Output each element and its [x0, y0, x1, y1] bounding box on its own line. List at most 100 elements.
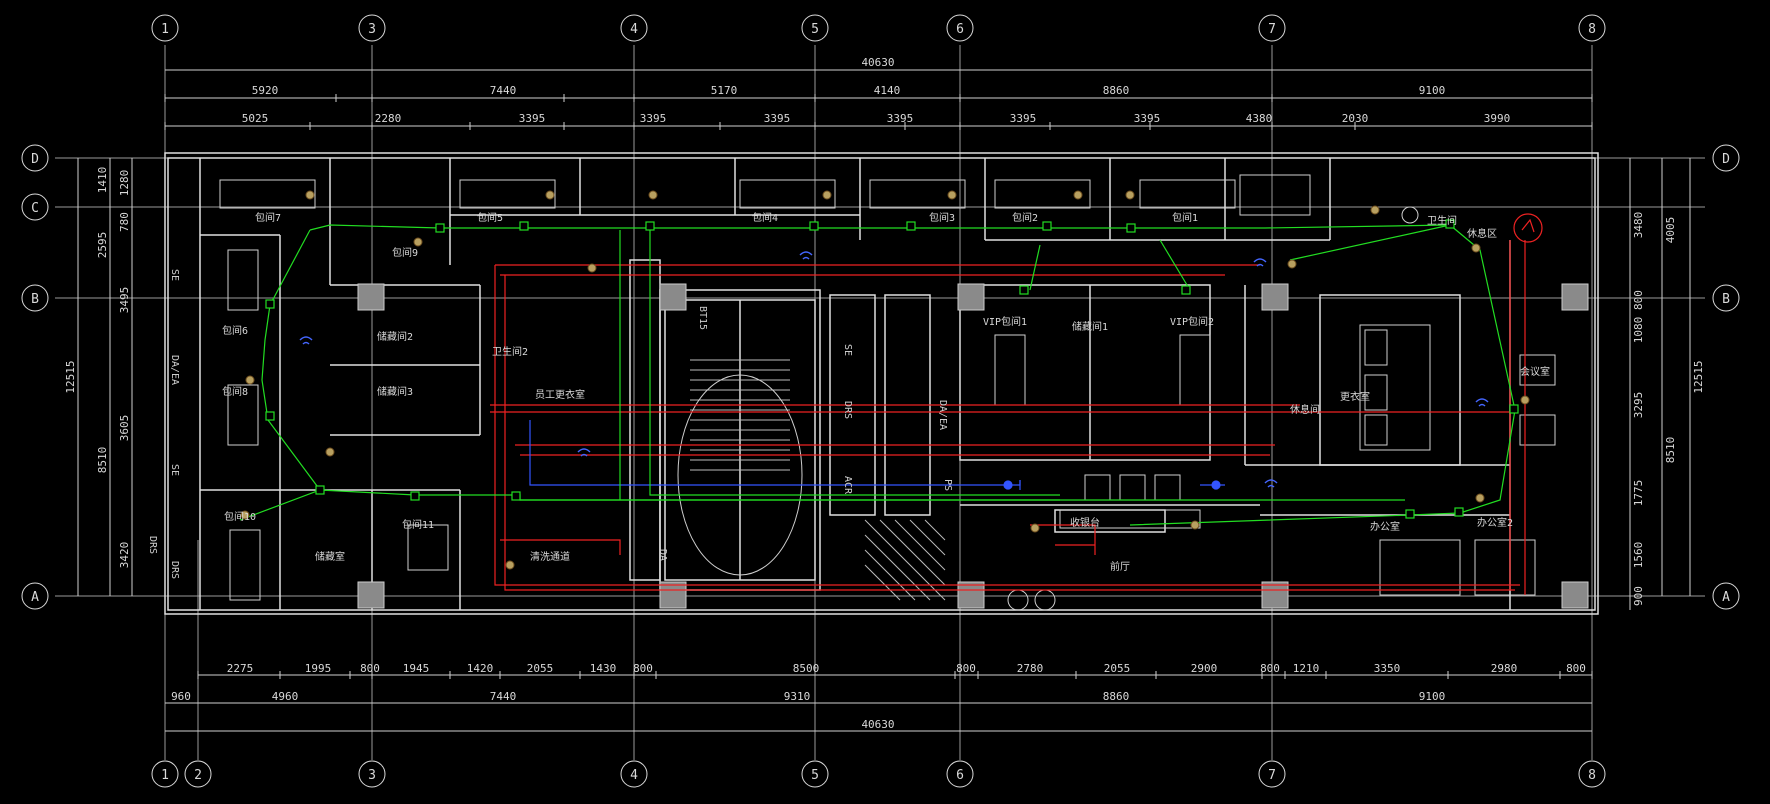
- grid-label-top: 4: [630, 22, 638, 37]
- room-label: 办公室2: [1477, 516, 1513, 529]
- dim-top-2: 3395: [640, 112, 667, 125]
- shaft-label: DA: [657, 549, 668, 561]
- room-label: 办公室: [1370, 520, 1400, 533]
- dim-bottom-1: 1420: [467, 662, 494, 675]
- grid-label-top: 8: [1588, 22, 1596, 37]
- room-label: 包间10: [224, 510, 256, 523]
- dim-bottom-1: 800: [1566, 662, 1586, 675]
- dim-right-inner: 3295: [1632, 392, 1645, 419]
- room-label: 储藏间1: [1072, 320, 1108, 333]
- room-label: 包间7: [255, 211, 281, 224]
- shaft-label: BT15: [697, 306, 708, 330]
- shaft-label: PS: [942, 479, 953, 491]
- dim-right-inner: 800: [1632, 290, 1645, 310]
- room-label: 收银台: [1070, 516, 1100, 529]
- room-label: 休息间: [1290, 403, 1320, 416]
- room-label: 卫生间: [1427, 214, 1457, 227]
- grid-label-bottom: 8: [1588, 768, 1596, 783]
- cad-floor-plan: 1 3 4 5 6 7 8 1 2 3 4 5 6 7 8 D C B A D …: [21, 14, 1740, 788]
- dim-bottom-1: 2900: [1191, 662, 1218, 675]
- grid-label-bottom: 4: [630, 768, 638, 783]
- dim-total-top: 40630: [861, 56, 894, 69]
- grid-label-bottom: 6: [956, 768, 964, 783]
- room-label: 清洗通道: [530, 550, 570, 563]
- dimension-lines: [77, 69, 1691, 732]
- dim-top-2: 2030: [1342, 112, 1369, 125]
- dim-right-outer: 8510: [1664, 437, 1677, 464]
- dim-left-inner: 1280: [118, 170, 131, 197]
- room-label: VIP包间1: [983, 315, 1027, 328]
- dim-right-inner: 1560: [1632, 542, 1645, 569]
- room-label: VIP包间2: [1170, 315, 1214, 328]
- shaft-label: DA/EA: [169, 355, 180, 385]
- dim-bottom-1: 800: [633, 662, 653, 675]
- dim-top-1: 5170: [711, 84, 738, 97]
- dim-top-2: 2280: [375, 112, 402, 125]
- grid-label-bottom: 1: [161, 768, 169, 783]
- room-label: 包间2: [1012, 211, 1038, 224]
- dim-bottom-2: 960: [171, 690, 191, 703]
- dim-top-2: 3990: [1484, 112, 1511, 125]
- dim-bottom-1: 1430: [590, 662, 617, 675]
- dim-bottom-1: 8500: [793, 662, 820, 675]
- room-label: 会议室: [1520, 365, 1550, 378]
- room-label: 包间5: [477, 211, 503, 224]
- dim-top-1: 7440: [490, 84, 517, 97]
- shaft-label: SE: [842, 344, 853, 356]
- dim-right-inner: 3480: [1632, 212, 1645, 239]
- shaft-label: DRS: [147, 536, 158, 554]
- room-label: 储藏间3: [377, 385, 413, 398]
- dim-bottom-2: 9310: [784, 690, 811, 703]
- dim-bottom-1: 1210: [1293, 662, 1320, 675]
- dim-top-2: 3395: [1134, 112, 1161, 125]
- dim-bottom-2: 9100: [1419, 690, 1446, 703]
- dim-bottom-1: 2055: [527, 662, 554, 675]
- room-label: 包间8: [222, 385, 248, 398]
- dim-left-inner: 780: [118, 212, 131, 232]
- dim-bottom-1: 2980: [1491, 662, 1518, 675]
- dim-top-2: 3395: [1010, 112, 1037, 125]
- room-label: 包间6: [222, 324, 248, 337]
- dim-bottom-1: 2780: [1017, 662, 1044, 675]
- room-label: 包间3: [929, 211, 955, 224]
- dim-bottom-1: 1995: [305, 662, 332, 675]
- grid-label-row: D: [1722, 152, 1730, 167]
- room-label: 前厅: [1110, 560, 1130, 573]
- dim-left-total: 12515: [64, 360, 77, 393]
- grid-label-row: C: [31, 201, 39, 216]
- dim-bottom-1: 800: [360, 662, 380, 675]
- dim-right-inner: 900: [1632, 586, 1645, 606]
- dim-top-2: 4380: [1246, 112, 1273, 125]
- dim-top-2: 3395: [764, 112, 791, 125]
- shaft-label: ACR: [842, 476, 853, 495]
- dim-bottom-1: 800: [1260, 662, 1280, 675]
- dim-top-1: 8860: [1103, 84, 1130, 97]
- dim-left-outer: 2595: [96, 232, 109, 259]
- grid-label-top: 5: [811, 22, 819, 37]
- dim-top-2: 3395: [887, 112, 914, 125]
- dim-bottom-1: 2055: [1104, 662, 1131, 675]
- dim-left-inner: 1410: [96, 167, 109, 194]
- dim-right-inner: 1080: [1632, 317, 1645, 344]
- grid-label-row: A: [1722, 590, 1730, 605]
- grid-label-row: B: [1722, 292, 1730, 307]
- dim-top-2: 5025: [242, 112, 269, 125]
- room-label: 休息区: [1467, 227, 1497, 240]
- shaft-label: DA/EA: [937, 400, 948, 430]
- walls: [164, 152, 1599, 615]
- shaft-label: DRS: [842, 401, 853, 419]
- room-label: 员工更衣室: [535, 388, 585, 401]
- hatch-ramp: [864, 519, 946, 601]
- room-label: 包间1: [1172, 211, 1198, 224]
- shaft-label: SE: [169, 269, 180, 281]
- red-wiring: [490, 213, 1543, 595]
- room-label: 包间11: [402, 518, 434, 531]
- grid-label-bottom: 3: [368, 768, 376, 783]
- grid-label-row: D: [31, 152, 39, 167]
- dim-top-1: 4140: [874, 84, 901, 97]
- grid-label-row: A: [31, 590, 39, 605]
- dim-bottom-1: 1945: [403, 662, 430, 675]
- grid-label-bottom: 2: [194, 768, 202, 783]
- shaft-label: DRS: [169, 561, 180, 579]
- grid-label-bottom: 5: [811, 768, 819, 783]
